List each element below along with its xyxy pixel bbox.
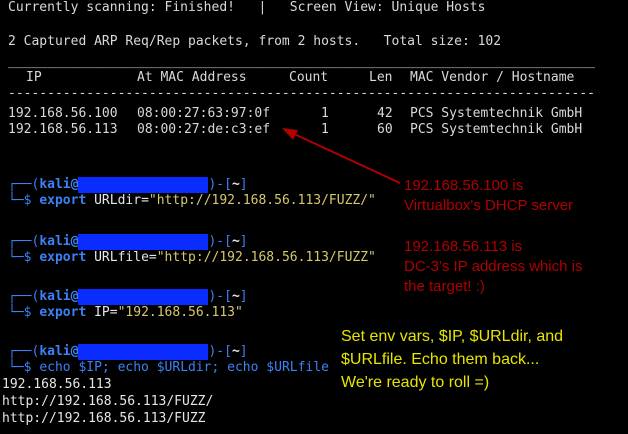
echo-command: echo $IP; echo $URLdir; echo $URLfile [39,360,329,375]
annotation-dhcp: 192.168.56.100 is Virtualbox's DHCP serv… [404,177,574,214]
prompt-line: ┌──(kali@)-[~] [8,344,248,360]
output-line: 192.168.56.113 [2,377,112,392]
redacted-hostname [78,177,209,193]
prompt-line: ┌──(kali@)-[~] [8,289,248,305]
command-line: └─$ echo $IP; echo $URLdir; echo $URLfil… [8,360,329,375]
redacted-hostname [78,234,209,250]
prompt-line: ┌──(kali@)-[~] [8,234,248,250]
command-line: └─$ export URLdir="http://192.168.56.113… [8,193,376,208]
output-line: http://192.168.56.113/FUZZ/ [2,394,214,409]
command-line: └─$ export IP="192.168.56.113" [8,305,243,320]
redacted-hostname [78,344,209,360]
prompt-line: ┌──(kali@)-[~] [8,177,248,193]
redacted-hostname [78,289,209,305]
command-line: └─$ export URLfile="http://192.168.56.11… [8,250,376,265]
annotation-target: 192.168.56.113 is DC-3's IP address whic… [404,238,583,295]
annotation-env-vars: Set env vars, $IP, $URLdir, and $URLfile… [341,328,564,391]
output-line: http://192.168.56.113/FUZZ [2,411,206,426]
